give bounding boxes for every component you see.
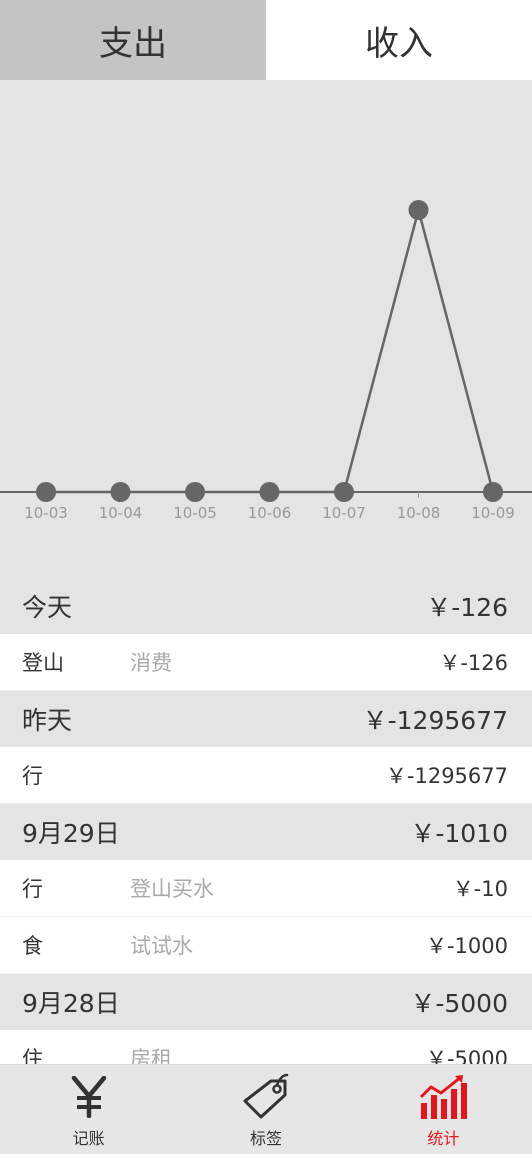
- day-date: 9月29日: [22, 819, 120, 848]
- record-tag: 登山: [22, 651, 64, 675]
- day-total: ￥-1010: [410, 819, 508, 848]
- day-header: 9月28日 ￥-5000: [0, 974, 532, 1030]
- record-tag: 住: [22, 1047, 43, 1064]
- chart-icon: [415, 1073, 471, 1121]
- day-total: ￥-126: [426, 593, 508, 622]
- record-note: 房租: [130, 1047, 172, 1064]
- x-tick-label: 10-03: [24, 504, 68, 522]
- nav-label-statistics: 统计: [427, 1129, 460, 1148]
- nav-label-tags: 标签: [249, 1129, 282, 1148]
- record-note: 试试水: [130, 934, 193, 958]
- daily-line-chart: 10-03 10-04 10-05 10-06 10-07 10-08 10-09: [0, 80, 532, 578]
- data-point[interactable]: [259, 482, 280, 502]
- day-header: 昨天 ￥-1295677: [0, 691, 532, 747]
- data-point[interactable]: [334, 482, 354, 502]
- bottom-nav: 记账 标签 统计: [0, 1064, 532, 1155]
- tab-expense[interactable]: 支出: [0, 0, 266, 80]
- record-amount: ￥-1000: [425, 934, 508, 958]
- data-point[interactable]: [36, 482, 56, 502]
- record-tag: 行: [22, 877, 43, 901]
- day-header: 今天 ￥-126: [0, 578, 532, 634]
- record-row[interactable]: 住 房租 ￥-5000: [0, 1030, 532, 1064]
- x-tick-label: 10-08: [397, 504, 441, 522]
- nav-item-bookkeeping[interactable]: 记账: [0, 1065, 177, 1155]
- yen-icon: [61, 1073, 117, 1121]
- x-tick-label: 10-05: [173, 504, 217, 522]
- day-total: ￥-1295677: [362, 706, 508, 735]
- series-line: [46, 205, 495, 494]
- record-tag: 食: [22, 934, 43, 958]
- day-date: 昨天: [22, 706, 73, 735]
- chart-svg: 10-03 10-04 10-05 10-06 10-07 10-08 10-09: [0, 200, 532, 522]
- x-tick-label: 10-07: [322, 504, 366, 522]
- record-amount: ￥-5000: [425, 1047, 508, 1064]
- record-note: 登山买水: [130, 877, 214, 901]
- bottom-strip: [0, 1154, 532, 1158]
- day-date: 今天: [22, 593, 73, 622]
- type-tabs: 支出 收入: [0, 0, 532, 80]
- record-tag: 行: [22, 764, 43, 788]
- record-row[interactable]: 行 ￥-1295677: [0, 747, 532, 804]
- record-row[interactable]: 食 试试水 ￥-1000: [0, 917, 532, 974]
- x-tick-label: 10-06: [248, 504, 292, 522]
- tag-icon: [238, 1073, 294, 1121]
- data-point[interactable]: [110, 482, 131, 502]
- x-tick-label: 10-09: [471, 504, 515, 522]
- data-point[interactable]: [408, 200, 429, 220]
- day-total: ￥-5000: [410, 989, 508, 1018]
- record-list: 今天 ￥-126 登山 消费 ￥-126 昨天 ￥-1295677 行 ￥-1295677 9月2…: [0, 578, 532, 1064]
- tab-income[interactable]: 收入: [266, 0, 532, 80]
- nav-item-tags[interactable]: 标签: [177, 1065, 354, 1155]
- data-point[interactable]: [185, 482, 205, 502]
- x-tick-label: 10-04: [99, 504, 143, 522]
- nav-label-bookkeeping: 记账: [72, 1129, 105, 1148]
- day-header: 9月29日 ￥-1010: [0, 804, 532, 860]
- day-date: 9月28日: [22, 989, 120, 1018]
- record-amount: ￥-10: [452, 877, 508, 901]
- nav-item-statistics[interactable]: 统计: [355, 1065, 532, 1155]
- record-row[interactable]: 行 登山买水 ￥-10: [0, 860, 532, 917]
- record-amount: ￥-126: [439, 651, 508, 675]
- record-row[interactable]: 登山 消费 ￥-126: [0, 634, 532, 691]
- data-point[interactable]: [483, 482, 503, 502]
- record-note: 消费: [130, 651, 172, 675]
- record-amount: ￥-1295677: [385, 764, 508, 788]
